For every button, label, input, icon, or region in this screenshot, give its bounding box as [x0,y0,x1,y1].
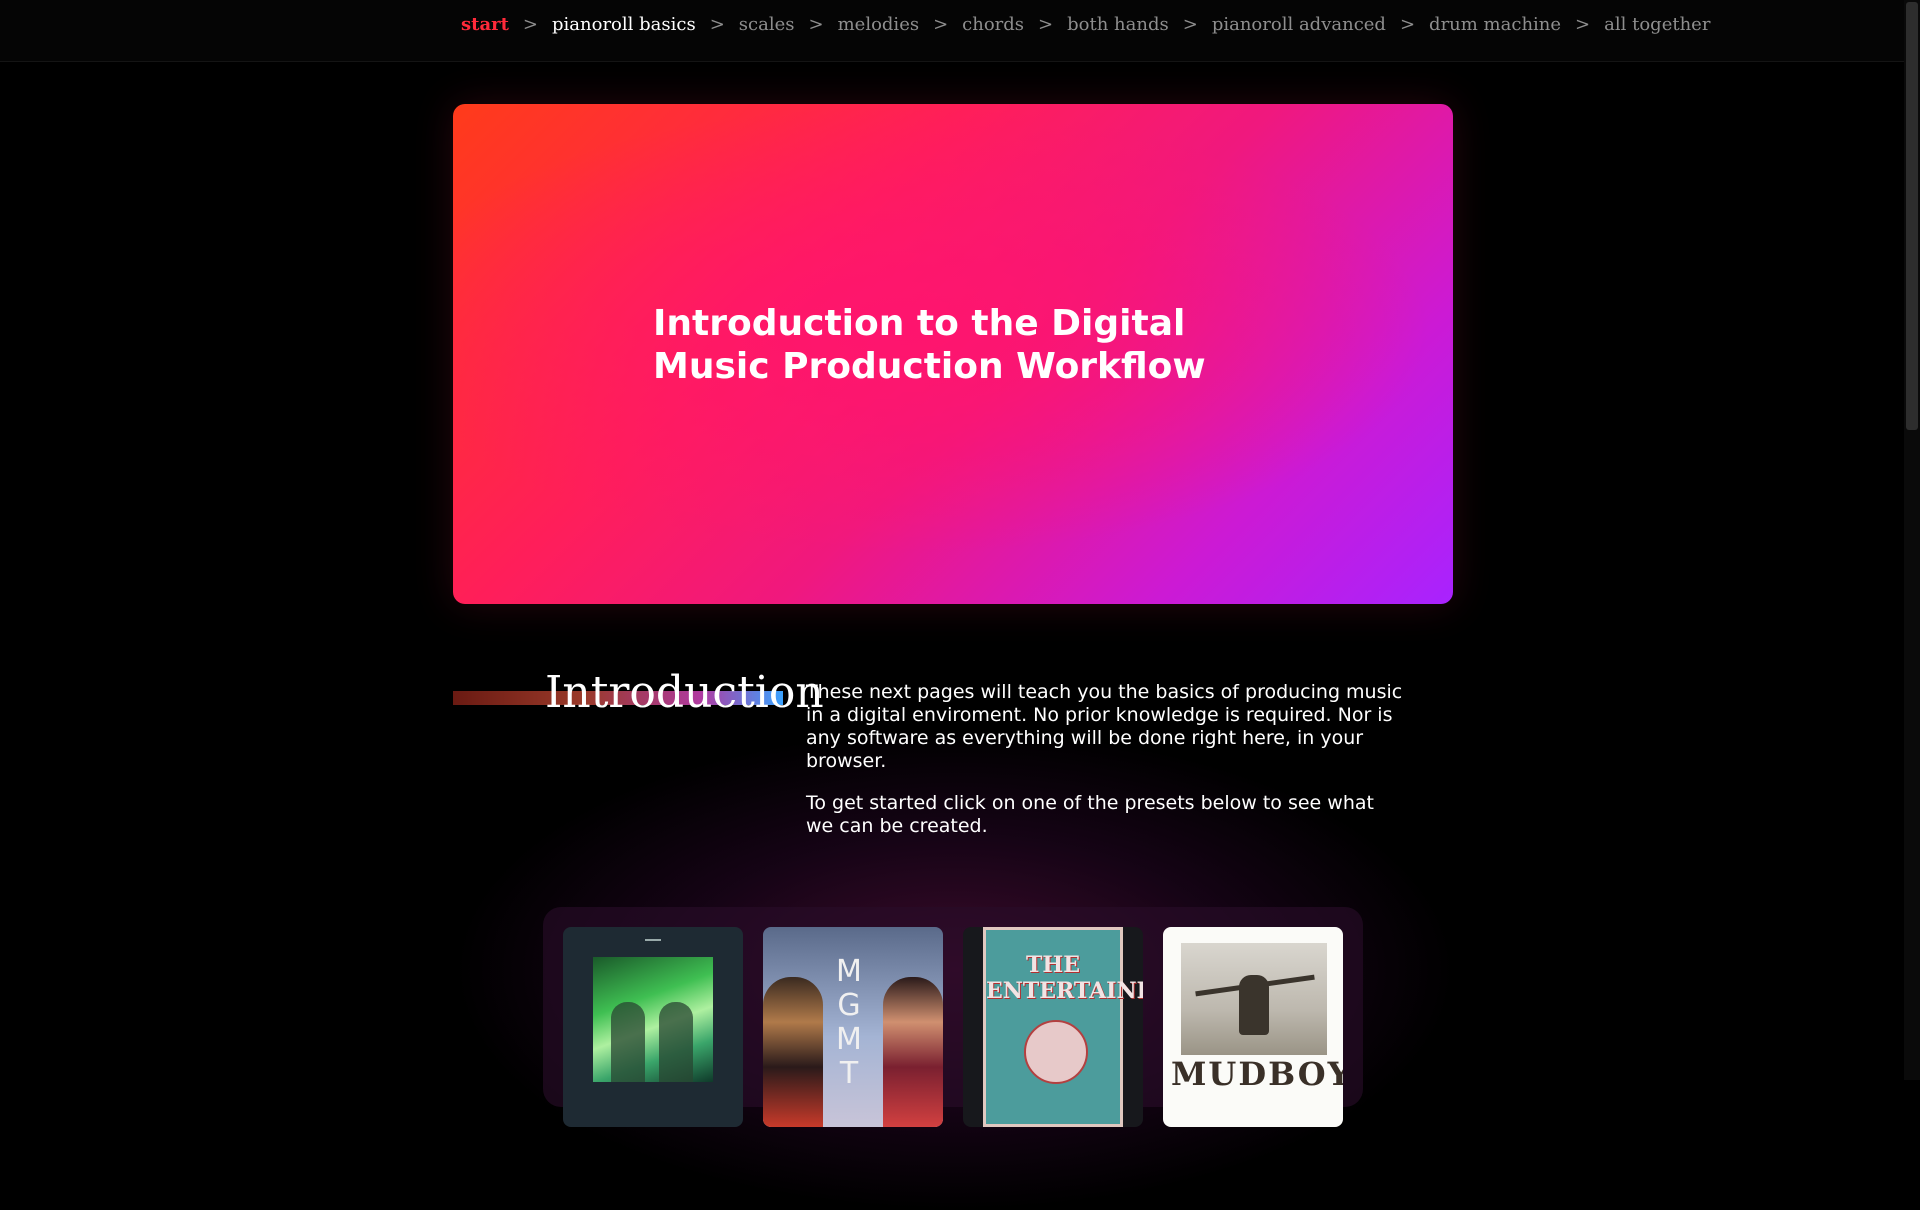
album-cover-photo [1181,943,1327,1055]
scrollbar-thumb[interactable] [1906,2,1918,430]
top-nav: start > pianoroll basics > scales > melo… [0,0,1904,62]
nav-separator: > [1038,14,1054,35]
scrollbar[interactable] [1904,0,1920,1080]
nav-separator: > [1399,14,1416,35]
nav-item-pianoroll-advanced[interactable]: pianoroll advanced [1212,14,1386,35]
presets-panel: MGMT THEENTERTAINER MUDBOY [543,907,1363,1127]
preset-card[interactable]: MGMT [763,927,943,1127]
sheet-music-cover: THEENTERTAINER [983,927,1143,1127]
figure-silhouette [1239,975,1269,1035]
breadcrumb: start > pianoroll basics > scales > melo… [461,14,1710,35]
album-cover-art [593,957,713,1082]
nav-item-pianoroll-basics[interactable]: pianoroll basics [552,14,696,35]
figure-silhouette [763,977,823,1127]
nav-separator: > [709,14,725,35]
preset-card[interactable]: THEENTERTAINER [963,927,1143,1127]
cover-illustration [1024,1020,1088,1084]
nav-item-scales[interactable]: scales [739,14,795,35]
intro-heading: Introduction [545,667,824,718]
nav-item-all-together[interactable]: all together [1604,14,1710,35]
figure-silhouette [611,1002,645,1082]
nav-separator: > [522,14,539,35]
figure-silhouette [659,1002,693,1082]
preset-card[interactable] [563,927,743,1127]
preset-card[interactable]: MUDBOY [1163,927,1343,1127]
nav-separator: > [1182,14,1198,35]
intro-paragraph: These next pages will teach you the basi… [806,681,1403,772]
intro-paragraph: To get started click on one of the prese… [806,792,1374,837]
album-cover-title-art: MGMT [836,954,862,1091]
nav-item-melodies[interactable]: melodies [838,14,919,35]
nav-item-drum-machine[interactable]: drum machine [1429,14,1561,35]
nav-item-both-hands[interactable]: both hands [1067,14,1169,35]
intro-text: These next pages will teach you the basi… [806,681,1406,857]
nav-separator: > [1575,14,1591,35]
nav-separator: > [808,14,824,35]
figure-silhouette [883,977,943,1127]
nav-separator: > [933,14,949,35]
hero-banner: Introduction to the Digital Music Produc… [453,104,1453,604]
album-cover-title-art: MUDBOY [1171,1055,1343,1093]
album-cover-mark [645,939,661,941]
album-cover-title-art: THEENTERTAINER [986,952,1143,1004]
nav-item-start[interactable]: start [461,14,509,35]
nav-item-chords[interactable]: chords [962,14,1024,35]
hero-title: Introduction to the Digital Music Produc… [653,303,1206,387]
